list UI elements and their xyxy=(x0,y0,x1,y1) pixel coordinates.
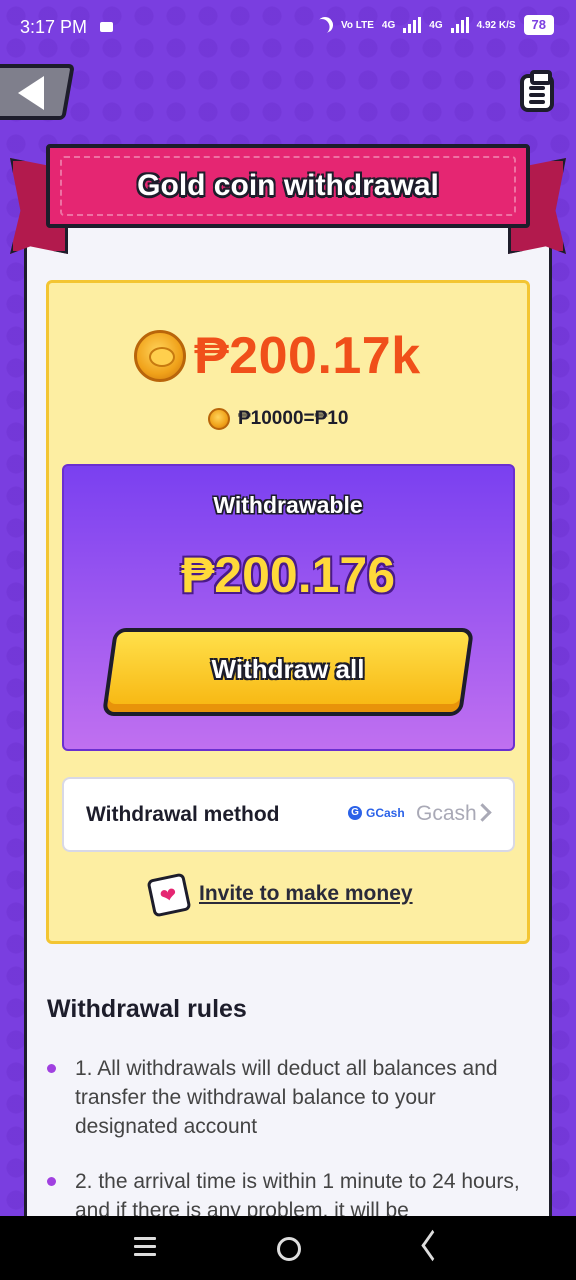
network-4g-2: 4G xyxy=(429,19,443,31)
gcash-logo-icon: G xyxy=(348,806,362,820)
status-bar: 3:17 PM Vo LTE 4G 4G 4.92 K/S 78 xyxy=(0,0,576,58)
invite-card-icon[interactable] xyxy=(146,872,192,918)
withdrawal-method-label: Withdrawal method xyxy=(86,803,280,826)
gcash-brand: GCash xyxy=(366,806,405,820)
signal-icon-2 xyxy=(450,17,469,33)
title-ribbon: Gold coin withdrawal xyxy=(46,144,530,228)
exchange-rate: ₱10000=₱10 xyxy=(238,408,349,429)
bullet-dot xyxy=(47,1064,56,1073)
clipboard-icon[interactable] xyxy=(520,70,554,112)
bullet-dot xyxy=(47,1177,56,1186)
home-icon[interactable] xyxy=(277,1237,301,1261)
battery-indicator: 78 xyxy=(523,15,554,35)
back-arrow-icon xyxy=(18,76,44,110)
video-record-icon xyxy=(100,22,113,32)
moon-icon xyxy=(314,14,336,36)
small-coin-icon xyxy=(208,408,230,430)
invite-link[interactable]: Invite to make money xyxy=(199,882,413,906)
network-4g-1: 4G xyxy=(381,19,396,31)
gold-coin-icon xyxy=(134,330,186,382)
signal-icon xyxy=(403,17,422,33)
rules-title: Withdrawal rules xyxy=(47,995,247,1023)
network-volte: Vo LTE xyxy=(340,19,374,31)
withdraw-all-label[interactable]: Withdraw all xyxy=(108,654,468,685)
withdrawable-label: Withdrawable xyxy=(213,492,363,518)
withdrawable-amount: ₱200.176 xyxy=(180,547,396,603)
page-title: Gold coin withdrawal xyxy=(137,169,439,202)
rule-item-1: 1. All withdrawals will deduct all balan… xyxy=(75,1057,498,1138)
withdrawal-method-value[interactable]: Gcash xyxy=(416,802,477,826)
coin-balance: ₱200.17k xyxy=(194,327,421,385)
status-time: 3:17 PM xyxy=(20,17,88,37)
network-speed: 4.92 K/S xyxy=(476,19,516,31)
recent-apps-icon[interactable] xyxy=(134,1237,156,1261)
